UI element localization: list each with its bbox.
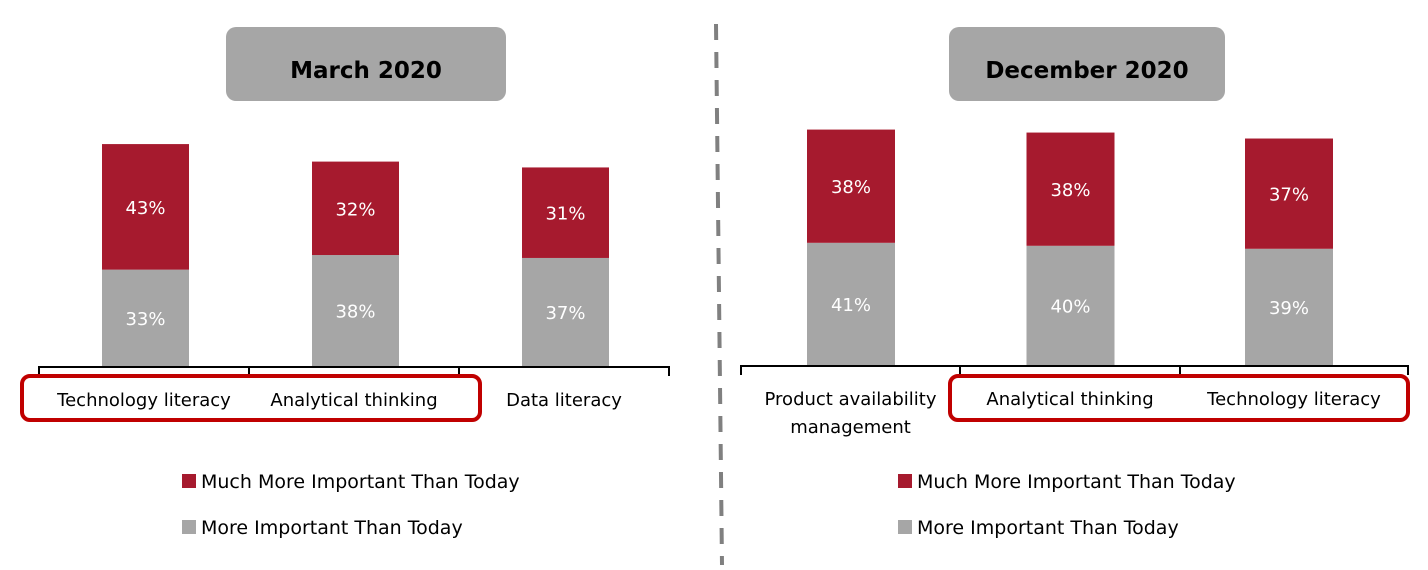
data-label-more-important: 41% — [831, 295, 871, 316]
data-label-much-more-important: 37% — [1269, 185, 1309, 206]
category-label: Analytical thinking — [270, 390, 437, 411]
legend-swatch-much-more-important — [182, 474, 196, 488]
december-2020-panel: December 2020 41% 38% 40% 38% 39% 37% Product a… — [740, 27, 1410, 539]
chart-canvas: March 2020 33% 43% 38% 32% 37% 31% Technology l… — [20, 23, 1410, 566]
legend-swatch-more-important — [182, 520, 196, 534]
chart-title: December 2020 — [985, 58, 1188, 84]
category-label: Product availability — [765, 389, 937, 410]
data-label-more-important: 39% — [1269, 298, 1309, 319]
category-label: management — [790, 417, 911, 438]
data-label-much-more-important: 31% — [545, 204, 585, 225]
legend-label-more-important: More Important Than Today — [201, 517, 463, 539]
legend-label-much-more-important: Much More Important Than Today — [917, 471, 1236, 493]
legend-swatch-more-important — [898, 520, 912, 534]
data-label-more-important: 33% — [125, 309, 165, 330]
data-label-much-more-important: 38% — [1050, 180, 1090, 201]
category-label: Data literacy — [506, 390, 622, 411]
category-label: Technology literacy — [1206, 389, 1381, 410]
panel-divider — [714, 23, 724, 566]
data-label-much-more-important: 32% — [335, 199, 375, 220]
category-label: Technology literacy — [56, 390, 231, 411]
legend-label-much-more-important: Much More Important Than Today — [201, 471, 520, 493]
legend-label-more-important: More Important Than Today — [917, 517, 1179, 539]
category-label: Analytical thinking — [986, 389, 1153, 410]
chart-title: March 2020 — [290, 58, 442, 84]
data-label-much-more-important: 43% — [125, 198, 165, 219]
data-label-more-important: 37% — [545, 303, 585, 324]
legend-swatch-much-more-important — [898, 474, 912, 488]
data-label-more-important: 40% — [1050, 296, 1090, 317]
march-2020-panel: March 2020 33% 43% 38% 32% 37% 31% Technology l… — [20, 27, 670, 539]
data-label-more-important: 38% — [335, 302, 375, 323]
data-label-much-more-important: 38% — [831, 177, 871, 198]
